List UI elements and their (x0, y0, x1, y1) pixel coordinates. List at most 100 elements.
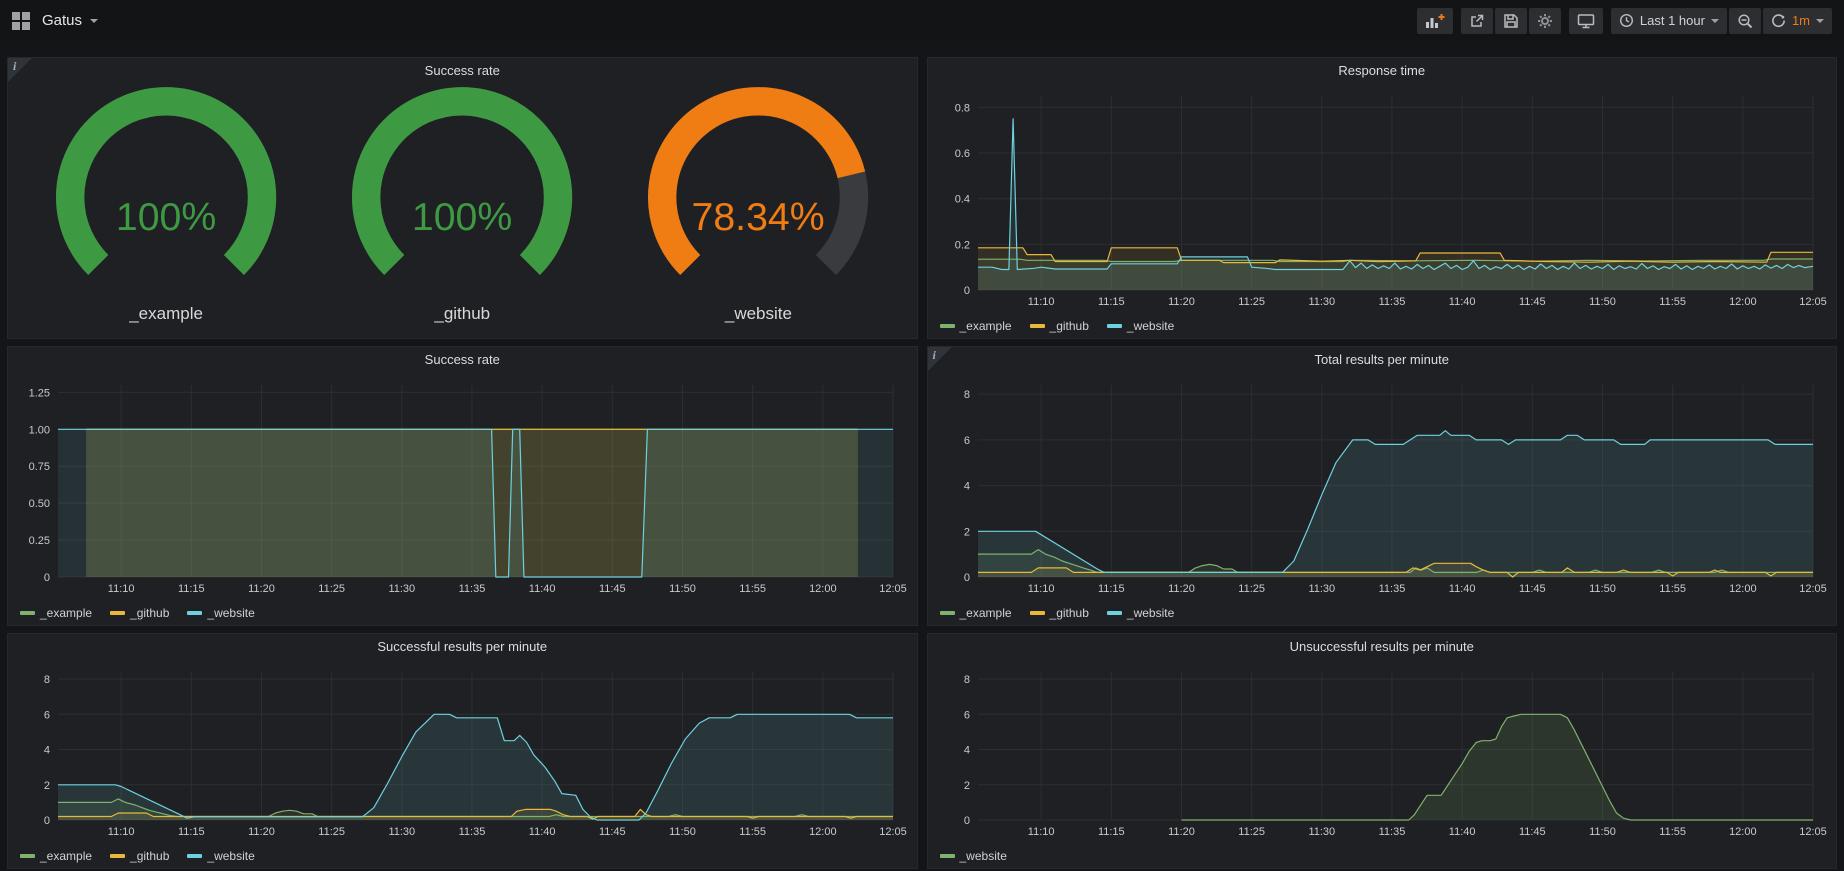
add-panel-button[interactable] (1417, 8, 1453, 34)
svg-text:11:30: 11:30 (388, 826, 415, 838)
svg-text:11:50: 11:50 (669, 583, 696, 595)
legend-label: _website (960, 849, 1007, 863)
svg-text:12:05: 12:05 (1799, 296, 1827, 308)
legend-item[interactable]: _website (1107, 319, 1174, 333)
svg-text:11:25: 11:25 (318, 583, 345, 595)
panel-info-icon[interactable]: i (928, 347, 952, 371)
panel-title[interactable]: Successful results per minute (38, 639, 887, 654)
svg-text:11:20: 11:20 (248, 583, 275, 595)
unsuccessful-results-chart[interactable]: 0246811:1011:1511:2011:2511:3011:3511:40… (934, 664, 1829, 840)
legend-item[interactable]: _github (110, 606, 169, 620)
legend-item[interactable]: _example (940, 606, 1012, 620)
caret-down-icon (1816, 19, 1824, 23)
svg-text:11:15: 11:15 (1097, 583, 1124, 595)
total-results-chart[interactable]: 0246811:1011:1511:2011:2511:3011:3511:40… (934, 377, 1829, 597)
settings-button[interactable] (1529, 8, 1561, 34)
svg-text:12:00: 12:00 (1729, 826, 1757, 838)
svg-text:11:20: 11:20 (1168, 296, 1195, 308)
svg-text:12:00: 12:00 (1729, 296, 1757, 308)
legend-label: _website (1127, 319, 1174, 333)
panel-title[interactable]: Unsuccessful results per minute (958, 639, 1807, 654)
svg-text:12:05: 12:05 (879, 583, 907, 595)
save-button[interactable] (1495, 8, 1527, 34)
time-range-label: Last 1 hour (1640, 13, 1705, 28)
svg-text:6: 6 (963, 709, 969, 721)
svg-text:1.00: 1.00 (29, 424, 50, 436)
legend-label: _website (207, 606, 254, 620)
zoom-out-button[interactable] (1729, 8, 1761, 34)
legend-item[interactable]: _website (187, 606, 254, 620)
legend-item[interactable]: _website (187, 849, 254, 863)
legend-item[interactable]: _github (110, 849, 169, 863)
svg-text:11:50: 11:50 (1589, 826, 1616, 838)
panel-title[interactable]: Response time (958, 63, 1807, 78)
svg-text:8: 8 (963, 389, 969, 401)
svg-text:11:30: 11:30 (388, 583, 415, 595)
dashboard-title-dropdown[interactable]: Gatus (42, 12, 98, 29)
svg-text:11:40: 11:40 (1448, 826, 1475, 838)
svg-text:11:10: 11:10 (108, 583, 135, 595)
share-button[interactable] (1461, 8, 1493, 34)
legend-item[interactable]: _github (1030, 319, 1089, 333)
legend-marker (1107, 611, 1122, 615)
legend-label: _github (130, 849, 169, 863)
dashboard-title: Gatus (42, 12, 82, 29)
dashboard-grid: i Success rate 100%_example100%_github78… (0, 41, 1844, 869)
legend-item[interactable]: _example (20, 849, 92, 863)
svg-text:11:50: 11:50 (1589, 583, 1616, 595)
svg-text:0: 0 (963, 285, 969, 297)
legend-item[interactable]: _example (940, 319, 1012, 333)
legend-item[interactable]: _example (20, 606, 92, 620)
legend-marker (1030, 324, 1045, 328)
refresh-button[interactable]: 1m (1763, 8, 1832, 34)
legend-label: _github (130, 606, 169, 620)
gauge-_website: 78.34%_website (610, 86, 906, 332)
panel-success-rate-gauges: i Success rate 100% _example 100%_github78… (7, 57, 918, 339)
legend-label: _example (960, 319, 1012, 333)
legend-marker (20, 854, 35, 858)
panel-title[interactable]: Total results per minute (958, 352, 1807, 367)
legend-label: _example (40, 606, 92, 620)
chart-legend: _example _github _website (20, 849, 255, 863)
legend-item[interactable]: _website (1107, 606, 1174, 620)
svg-text:0: 0 (44, 815, 50, 827)
svg-text:0.2: 0.2 (954, 239, 969, 251)
svg-text:11:45: 11:45 (1518, 583, 1545, 595)
panel-title[interactable]: Success rate (38, 63, 887, 78)
legend-label: _example (40, 849, 92, 863)
add-panel-icon (1425, 13, 1445, 29)
gauge-title: _example (129, 304, 203, 332)
legend-label: _website (1127, 606, 1174, 620)
panel-unsuccessful-results-per-minute: Unsuccessful results per minute 0246811:… (927, 633, 1838, 869)
panel-info-icon[interactable]: i (8, 58, 32, 82)
svg-text:11:40: 11:40 (529, 826, 556, 838)
panel-success-rate: Success rate 00.250.500.751.001.2511:101… (7, 346, 918, 626)
successful-results-chart[interactable]: 0246811:1011:1511:2011:2511:3011:3511:40… (14, 664, 909, 840)
gauge-value: 100% (116, 195, 216, 239)
gauge-title: _website (725, 304, 792, 332)
svg-text:11:25: 11:25 (1238, 296, 1265, 308)
svg-text:11:35: 11:35 (1378, 826, 1405, 838)
panel-title[interactable]: Success rate (38, 352, 887, 367)
gauge-arc: 100% (314, 86, 610, 304)
svg-text:11:20: 11:20 (1168, 583, 1195, 595)
time-range-button[interactable]: Last 1 hour (1611, 8, 1727, 34)
legend-label: _example (960, 606, 1012, 620)
legend-item[interactable]: _website (940, 849, 1007, 863)
svg-text:11:55: 11:55 (739, 583, 766, 595)
svg-text:11:20: 11:20 (1168, 826, 1195, 838)
response-time-chart[interactable]: 00.20.40.60.811:1011:1511:2011:2511:3011… (934, 88, 1829, 310)
tv-mode-button[interactable] (1569, 8, 1603, 34)
svg-text:4: 4 (963, 481, 969, 493)
success-rate-chart[interactable]: 00.250.500.751.001.2511:1011:1511:2011:2… (14, 377, 909, 597)
dashboard-grid-icon[interactable] (12, 12, 30, 30)
svg-text:2: 2 (963, 526, 969, 538)
svg-text:11:55: 11:55 (1659, 826, 1686, 838)
svg-text:11:25: 11:25 (1238, 826, 1265, 838)
svg-text:4: 4 (44, 745, 50, 757)
gauge-_github: 100%_github (314, 86, 610, 332)
svg-text:6: 6 (44, 709, 50, 721)
svg-text:11:55: 11:55 (1659, 296, 1686, 308)
svg-text:11:35: 11:35 (1378, 583, 1405, 595)
legend-item[interactable]: _github (1030, 606, 1089, 620)
